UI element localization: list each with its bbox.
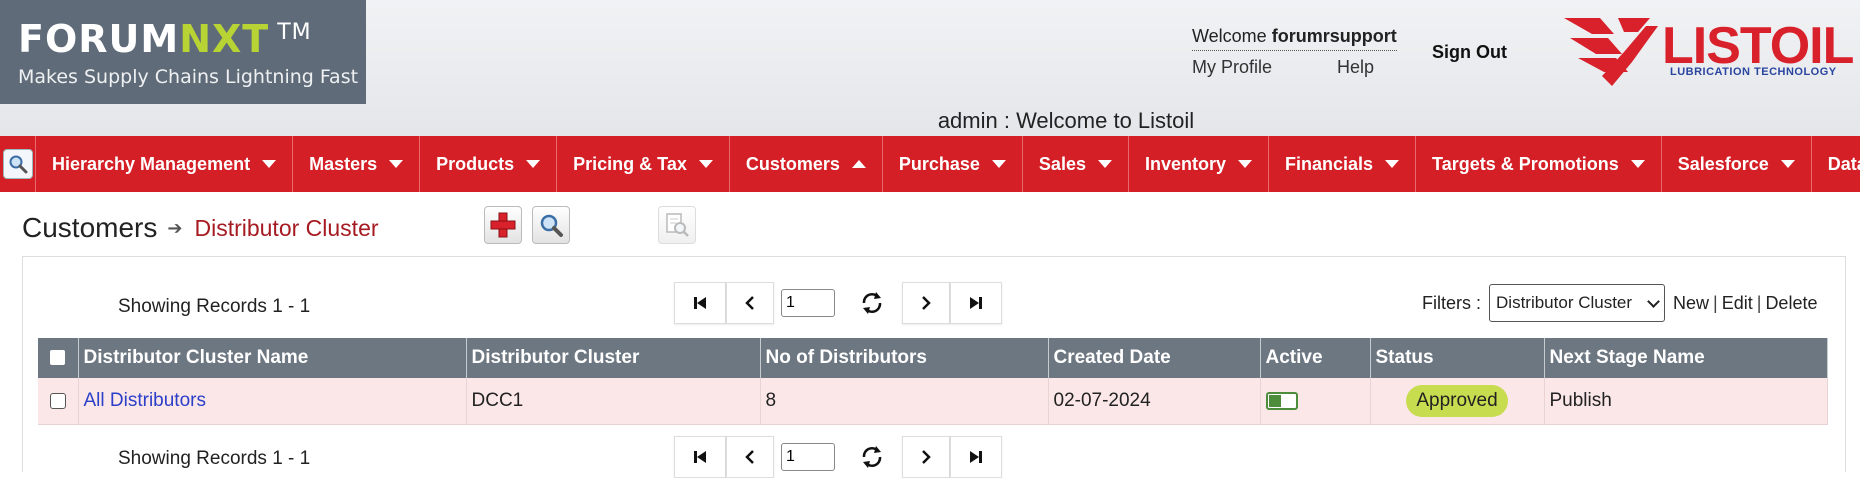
breadcrumb: Customers ➔ Distributor Cluster — [22, 208, 379, 248]
search-icon — [2, 149, 33, 179]
select-all-checkbox-cell[interactable] — [38, 338, 79, 378]
skip-first-icon — [694, 451, 706, 463]
page-title: Customers — [22, 212, 158, 243]
refresh-icon — [862, 292, 882, 314]
records-count-bottom: Showing Records 1 - 1 — [118, 448, 311, 469]
listoil-wordmark: LISTOIL — [1662, 17, 1854, 75]
document-search-icon — [666, 213, 689, 237]
col-header-cluster-name[interactable]: Distributor Cluster Name — [78, 338, 467, 378]
records-count-top: Showing Records 1 - 1 — [118, 296, 311, 317]
cell-cluster: DCC1 — [466, 378, 761, 425]
delete-link[interactable]: Delete — [1765, 293, 1817, 313]
listoil-logo: LISTOIL LUBRICATION TECHNOLOGY — [1562, 16, 1858, 88]
nav-search-button[interactable] — [0, 136, 36, 192]
clusters-table: Distributor Cluster Name Distributor Clu… — [38, 338, 1828, 425]
table-header-row: Distributor Cluster Name Distributor Clu… — [38, 338, 1828, 378]
view-details-button[interactable] — [658, 206, 696, 244]
chevron-down-icon — [1385, 160, 1400, 168]
pagination-top — [674, 282, 1002, 324]
chevron-up-icon — [851, 160, 866, 168]
help-link[interactable]: Help — [1337, 57, 1374, 78]
main-nav: Hierarchy Management Masters Products Pr… — [0, 136, 1860, 192]
chevron-down-icon — [1780, 160, 1795, 168]
chevron-down-icon — [1630, 160, 1645, 168]
new-link[interactable]: New — [1673, 293, 1709, 313]
cell-distributor-count: 8 — [760, 378, 1049, 425]
col-header-status[interactable]: Status — [1370, 338, 1545, 378]
chevron-right-icon — [922, 450, 931, 464]
chevron-right-icon — [922, 296, 931, 310]
refresh-button[interactable] — [842, 282, 902, 324]
cluster-name-link[interactable]: All Distributors — [84, 390, 206, 411]
my-profile-link[interactable]: My Profile — [1192, 57, 1272, 78]
filter-selected-value: Distributor Cluster — [1496, 293, 1633, 312]
nav-products[interactable]: Products — [420, 136, 558, 192]
col-header-created-date[interactable]: Created Date — [1048, 338, 1261, 378]
sign-out-link[interactable]: Sign Out — [1432, 42, 1507, 63]
chevron-down-icon — [1238, 160, 1252, 168]
page-number-input[interactable] — [781, 289, 835, 317]
chevron-down-icon — [389, 160, 404, 168]
app-header: FORUMNXT TM Makes Supply Chains Lightning… — [0, 0, 1860, 136]
nav-salesforce[interactable]: Salesforce — [1662, 136, 1812, 192]
nav-targets-promotions[interactable]: Targets & Promotions — [1416, 136, 1662, 192]
chevron-down-icon — [1647, 294, 1660, 308]
page-number-input[interactable] — [781, 443, 835, 471]
row-checkbox[interactable] — [49, 392, 66, 409]
status-badge: Approved — [1406, 384, 1508, 417]
col-header-active[interactable]: Active — [1260, 338, 1371, 378]
welcome-text: Welcome forumrsupport — [1192, 26, 1397, 51]
user-welcome-box: Welcome forumrsupport My Profile Help — [1192, 26, 1397, 78]
listoil-emblem-icon — [1564, 18, 1658, 86]
arrow-right-icon: ➔ — [167, 217, 183, 238]
nav-purchase[interactable]: Purchase — [883, 136, 1023, 192]
chevron-down-icon — [991, 160, 1006, 168]
edit-link[interactable]: Edit — [1722, 293, 1753, 313]
cell-created-date: 02-07-2024 — [1048, 378, 1261, 425]
col-header-no-of-distributors[interactable]: No of Distributors — [760, 338, 1049, 378]
nav-sales[interactable]: Sales — [1023, 136, 1129, 192]
filters-label: Filters : — [1422, 292, 1482, 313]
add-button[interactable] — [484, 206, 522, 244]
search-button[interactable] — [532, 206, 570, 244]
nav-financials[interactable]: Financials — [1269, 136, 1417, 192]
refresh-icon — [862, 446, 882, 468]
listoil-tagline: LUBRICATION TECHNOLOGY — [1670, 66, 1837, 78]
chevron-down-icon — [262, 160, 277, 168]
skip-first-icon — [694, 297, 706, 309]
nav-inventory[interactable]: Inventory — [1129, 136, 1269, 192]
chevron-down-icon — [1097, 160, 1112, 168]
select-all-checkbox[interactable] — [50, 350, 66, 366]
last-page-button[interactable] — [950, 282, 1002, 324]
filter-select[interactable]: Distributor Cluster — [1489, 284, 1666, 322]
chevron-left-icon — [745, 296, 754, 310]
skip-last-icon — [970, 297, 982, 309]
plus-icon — [490, 212, 516, 238]
magnifier-icon — [540, 214, 563, 237]
col-header-cluster[interactable]: Distributor Cluster — [466, 338, 761, 378]
nav-customers[interactable]: Customers — [730, 136, 883, 192]
skip-last-icon — [970, 451, 982, 463]
col-header-next-stage[interactable]: Next Stage Name — [1544, 338, 1828, 378]
active-toggle[interactable] — [1265, 391, 1298, 410]
nav-data-exchange[interactable]: Data Exch — [1812, 136, 1860, 192]
first-page-button[interactable] — [674, 282, 726, 324]
brand-name: FORUMNXT TM — [18, 17, 312, 61]
next-page-button[interactable] — [902, 282, 950, 324]
chevron-left-icon — [745, 450, 754, 464]
nav-masters[interactable]: Masters — [293, 136, 421, 192]
prev-page-button[interactable] — [726, 282, 774, 324]
admin-welcome-text: admin : Welcome to Listoil — [937, 108, 1195, 133]
chevron-down-icon — [526, 160, 541, 168]
forumnxt-logo[interactable]: FORUMNXT TM Makes Supply Chains Lightning… — [0, 0, 366, 104]
brand-tagline: Makes Supply Chains Lightning Fast — [18, 66, 359, 88]
chevron-down-icon — [698, 160, 713, 168]
table-row[interactable]: All Distributors DCC1 8 02-07-2024 Appro… — [38, 378, 1828, 425]
filters-bar: Filters : Distributor Cluster New | Edit | D… — [1422, 284, 1817, 322]
nav-pricing-tax[interactable]: Pricing & Tax — [557, 136, 730, 192]
username: forumrsupport — [1271, 26, 1397, 46]
cell-next-stage: Publish — [1544, 378, 1828, 425]
nav-hierarchy-management[interactable]: Hierarchy Management — [36, 136, 294, 192]
page-subtitle: Distributor Cluster — [194, 214, 379, 241]
